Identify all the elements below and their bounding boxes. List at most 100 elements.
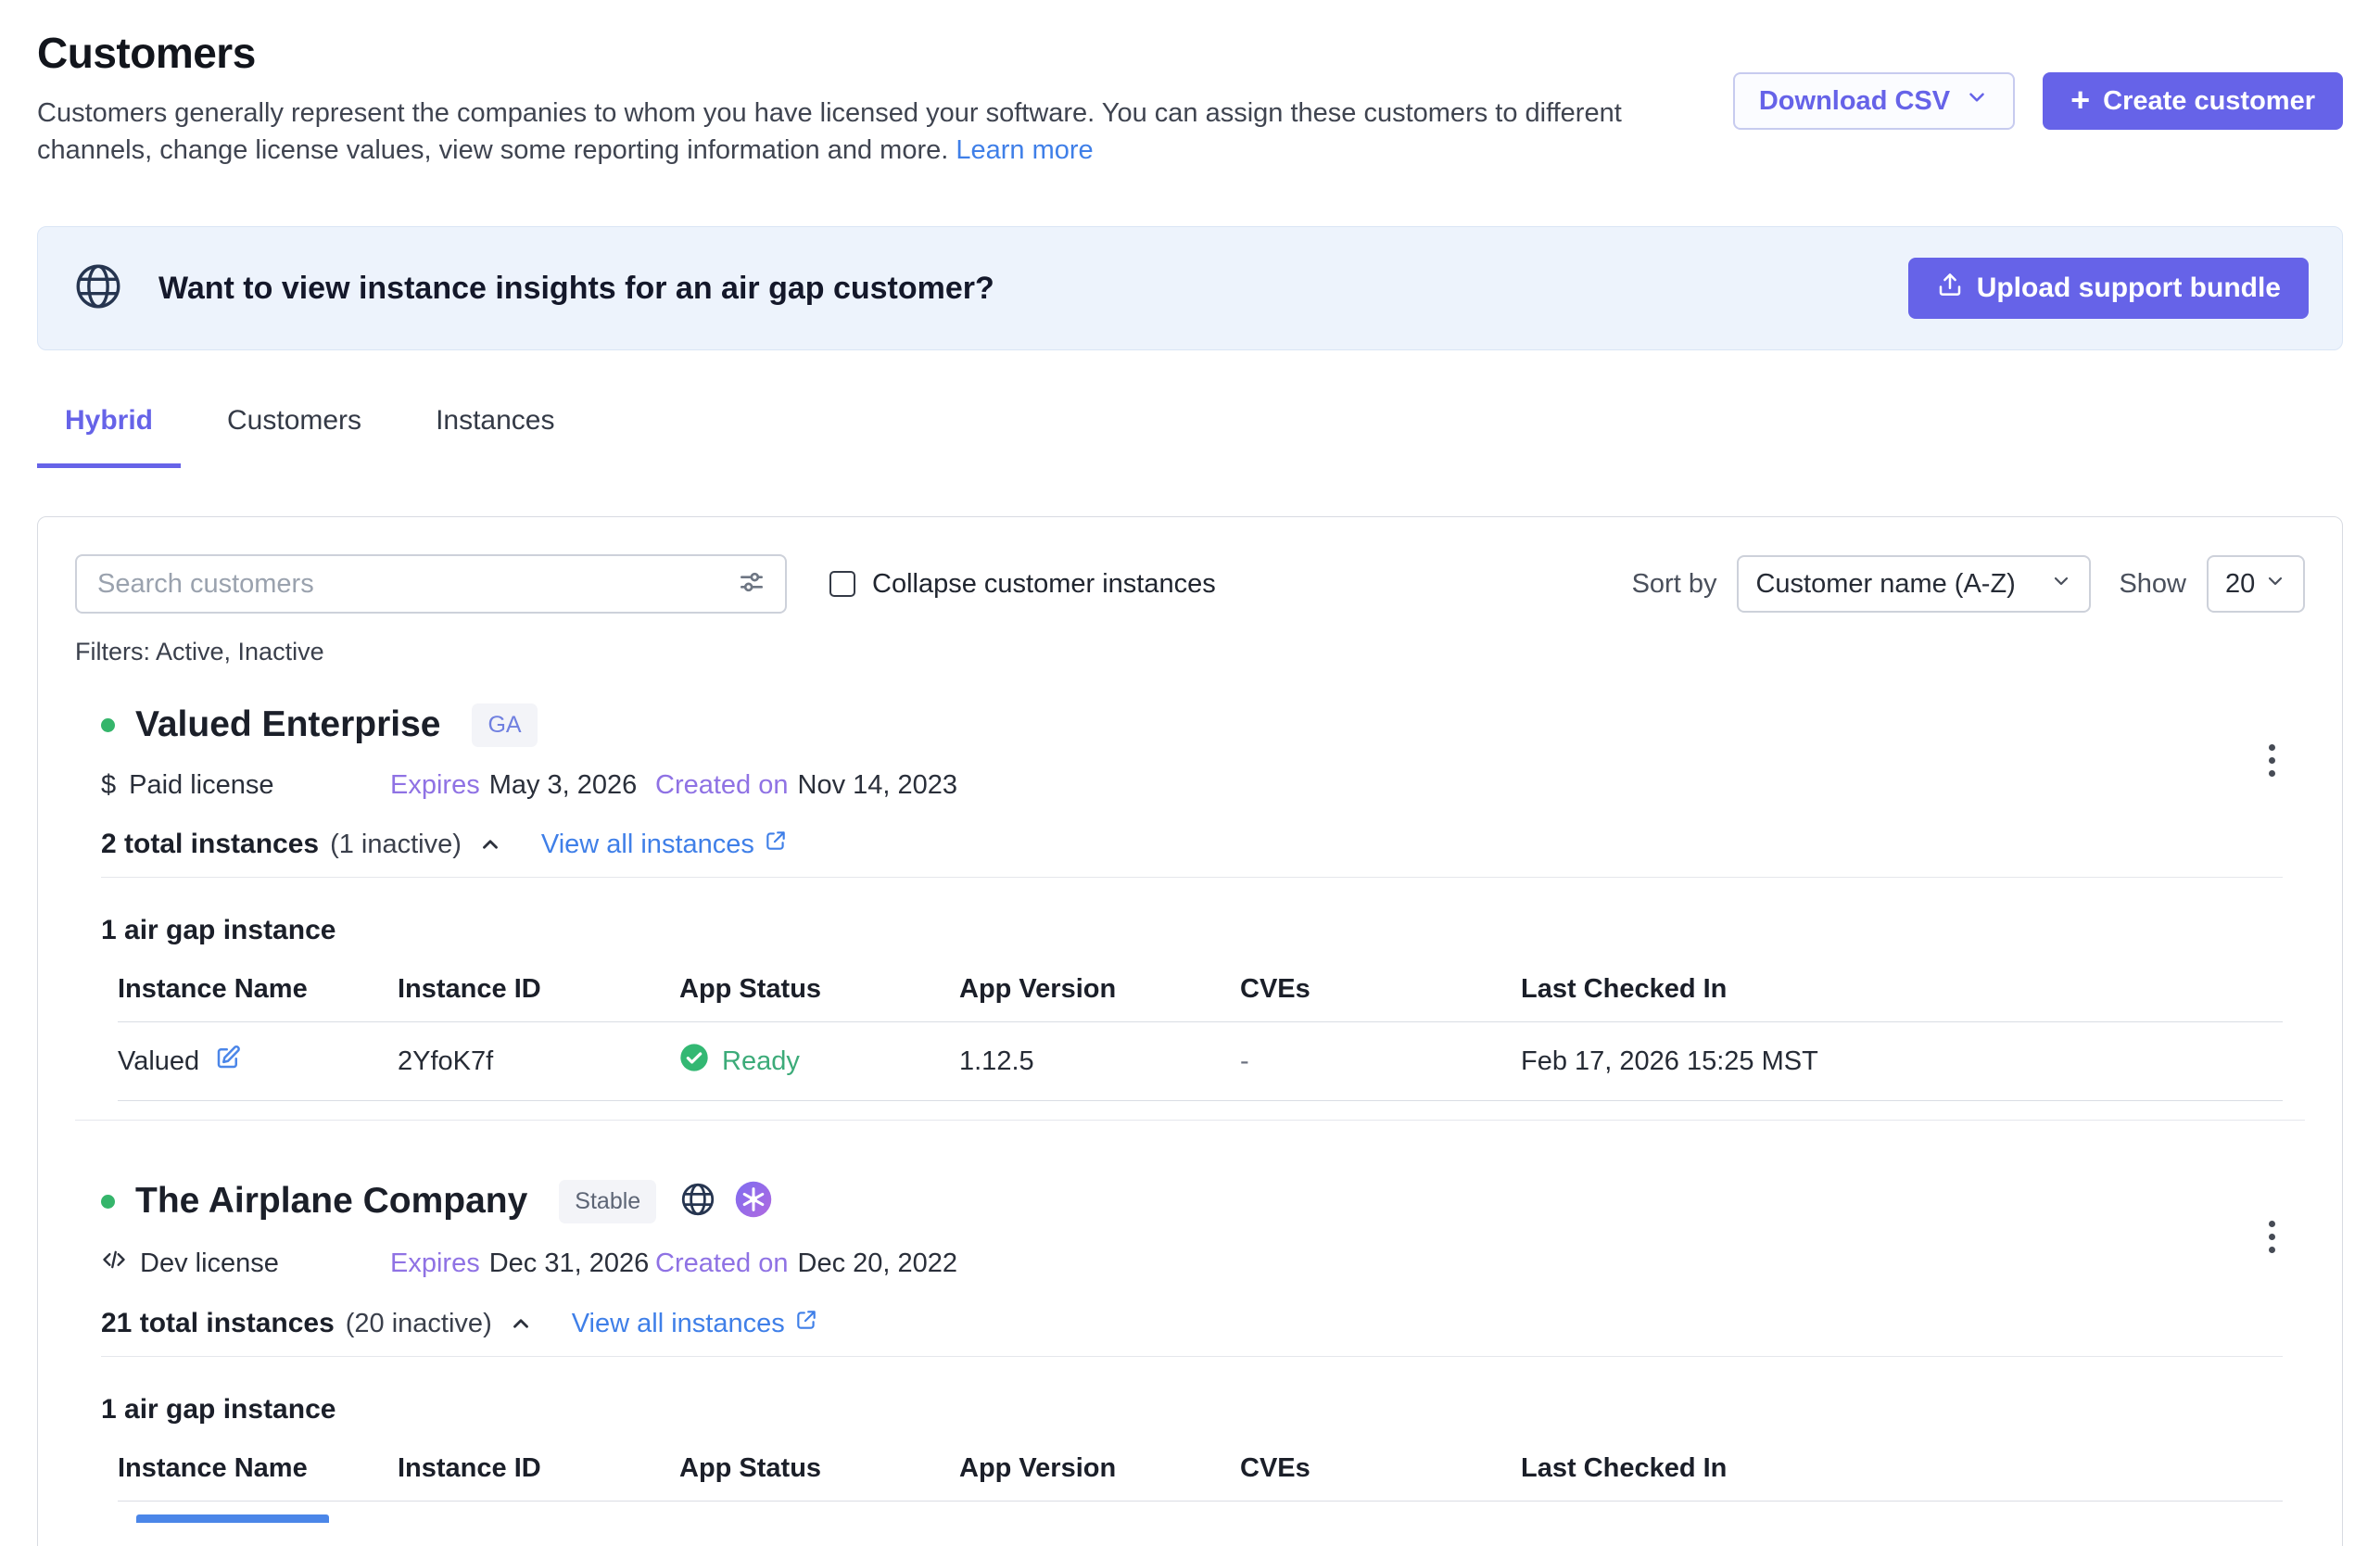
col-cves: CVEs (1240, 974, 1521, 1005)
upload-support-bundle-label: Upload support bundle (1977, 272, 2281, 304)
created-label: Created on (655, 1248, 789, 1279)
show-select-value: 20 (2225, 569, 2255, 600)
view-all-instances-label: View all instances (572, 1309, 785, 1339)
expires-value: May 3, 2026 (489, 770, 638, 801)
customer-menu-kebab-icon[interactable] (2263, 739, 2281, 782)
chevron-down-icon (2050, 569, 2072, 600)
col-instance-id: Instance ID (398, 1453, 679, 1484)
show-label: Show (2119, 569, 2186, 600)
download-csv-button[interactable]: Download CSV (1733, 72, 2015, 130)
dollar-icon: $ (101, 770, 116, 801)
instances-table: Instance Name Instance ID App Status App… (101, 1453, 2283, 1523)
sort-by-label: Sort by (1632, 569, 1717, 600)
channel-badge: Stable (559, 1180, 656, 1223)
cves: - (1240, 1046, 1521, 1077)
col-app-version: App Version (959, 974, 1240, 1005)
code-icon (101, 1247, 127, 1280)
page-description-text: Customers generally represent the compan… (37, 98, 1622, 165)
active-status-dot (101, 1195, 115, 1209)
created-date: Created on Dec 20, 2022 (655, 1248, 957, 1279)
table-row: Valued 2YfoK7f Ready (118, 1022, 2283, 1101)
learn-more-link[interactable]: Learn more (956, 135, 1093, 165)
view-all-instances-link[interactable]: View all instances (572, 1308, 818, 1339)
airgap-banner-question: Want to view instance insights for an ai… (158, 271, 1875, 307)
collapse-chevron-up-icon[interactable] (478, 832, 502, 856)
customers-card: Collapse customer instances Sort by Cust… (37, 516, 2343, 1546)
app-version: 1.12.5 (959, 1046, 1240, 1077)
filter-sliders-icon[interactable] (737, 567, 766, 602)
col-app-version: App Version (959, 1453, 1240, 1484)
airgap-banner: Want to view instance insights for an ai… (37, 226, 2343, 350)
view-all-instances-label: View all instances (541, 830, 754, 860)
instances-summary-row: 21 total instances (20 inactive) View al… (101, 1308, 2283, 1339)
instances-inactive: (1 inactive) (330, 830, 462, 860)
page-header: Customers Customers generally represent … (37, 28, 2343, 169)
instance-id: 2YfoK7f (398, 1046, 679, 1077)
collapse-instances-label: Collapse customer instances (872, 569, 1216, 600)
toolbar: Collapse customer instances Sort by Cust… (75, 554, 2305, 614)
customer-name[interactable]: Valued Enterprise (135, 704, 440, 745)
show-select[interactable]: 20 (2207, 555, 2305, 613)
collapse-chevron-up-icon[interactable] (509, 1312, 533, 1336)
tab-hybrid[interactable]: Hybrid (37, 402, 181, 468)
view-all-instances-link[interactable]: View all instances (541, 829, 788, 860)
expires-value: Dec 31, 2026 (489, 1248, 650, 1279)
customer-type-icons (678, 1180, 773, 1223)
upload-icon (1936, 271, 1964, 306)
app-status: Ready (722, 1046, 800, 1077)
airgap-instance-heading: 1 air gap instance (101, 915, 2283, 946)
customer-name[interactable]: The Airplane Company (135, 1181, 527, 1222)
check-circle-icon (679, 1043, 709, 1080)
external-link-icon (764, 829, 788, 860)
airgap-instance-heading: 1 air gap instance (101, 1394, 2283, 1426)
app-status-cell: Ready (679, 1043, 959, 1080)
active-filters-note: Filters: Active, Inactive (75, 638, 2305, 666)
instances-inactive: (20 inactive) (346, 1309, 492, 1339)
app-helm-icon (734, 1180, 773, 1223)
plus-icon: + (2070, 83, 2090, 117)
instances-table-header: Instance Name Instance ID App Status App… (118, 974, 2283, 1022)
expires-label: Expires (390, 1248, 480, 1279)
chevron-down-icon (2264, 569, 2286, 600)
license-type: Dev license (101, 1247, 390, 1280)
globe-icon (71, 260, 125, 318)
tab-bar: Hybrid Customers Instances (37, 402, 2343, 468)
create-customer-button[interactable]: + Create customer (2043, 72, 2343, 130)
toolbar-right: Sort by Customer name (A-Z) Show 20 (1632, 555, 2305, 613)
created-date: Created on Nov 14, 2023 (655, 770, 957, 801)
sort-select[interactable]: Customer name (A-Z) (1737, 555, 2091, 613)
edit-icon[interactable] (214, 1044, 242, 1079)
instance-name-cell: Valued (118, 1044, 398, 1079)
created-value: Nov 14, 2023 (798, 770, 958, 801)
customer-menu-kebab-icon[interactable] (2263, 1215, 2281, 1259)
collapse-instances-checkbox[interactable] (829, 571, 855, 597)
header-actions: Download CSV + Create customer (1733, 72, 2343, 130)
upload-support-bundle-button[interactable]: Upload support bundle (1908, 258, 2309, 319)
channel-badge: GA (472, 703, 537, 747)
collapse-instances-group: Collapse customer instances (829, 569, 1216, 600)
created-label: Created on (655, 770, 789, 801)
instances-summary-row: 2 total instances (1 inactive) View all … (101, 829, 2283, 860)
license-type: $ Paid license (101, 770, 390, 801)
page-title: Customers (37, 28, 1668, 78)
col-app-status: App Status (679, 1453, 959, 1484)
col-app-status: App Status (679, 974, 959, 1005)
search-input[interactable] (95, 568, 722, 601)
tab-customers[interactable]: Customers (199, 402, 389, 468)
col-instance-name: Instance Name (118, 974, 398, 1005)
expires-date: Expires May 3, 2026 (390, 770, 655, 801)
customer-section-valued-enterprise: Valued Enterprise GA $ Paid license Expi… (75, 700, 2305, 1101)
sort-select-value: Customer name (A-Z) (1755, 569, 2015, 600)
page-header-text: Customers Customers generally represent … (37, 28, 1668, 169)
tab-instances[interactable]: Instances (408, 402, 582, 468)
customer-section-the-airplane-company: The Airplane Company Stable (75, 1176, 2305, 1523)
page-description: Customers generally represent the compan… (37, 95, 1668, 169)
customer-header: The Airplane Company Stable (101, 1176, 2283, 1226)
license-row: Dev license Expires Dec 31, 2026 Created… (101, 1247, 2283, 1280)
create-customer-label: Create customer (2103, 86, 2315, 117)
license-type-label: Dev license (140, 1248, 279, 1279)
instance-name: Valued (118, 1046, 199, 1077)
last-checked-in: Feb 17, 2026 15:25 MST (1521, 1046, 2283, 1077)
instances-table: Instance Name Instance ID App Status App… (101, 974, 2283, 1101)
chevron-down-icon (1965, 85, 1989, 117)
